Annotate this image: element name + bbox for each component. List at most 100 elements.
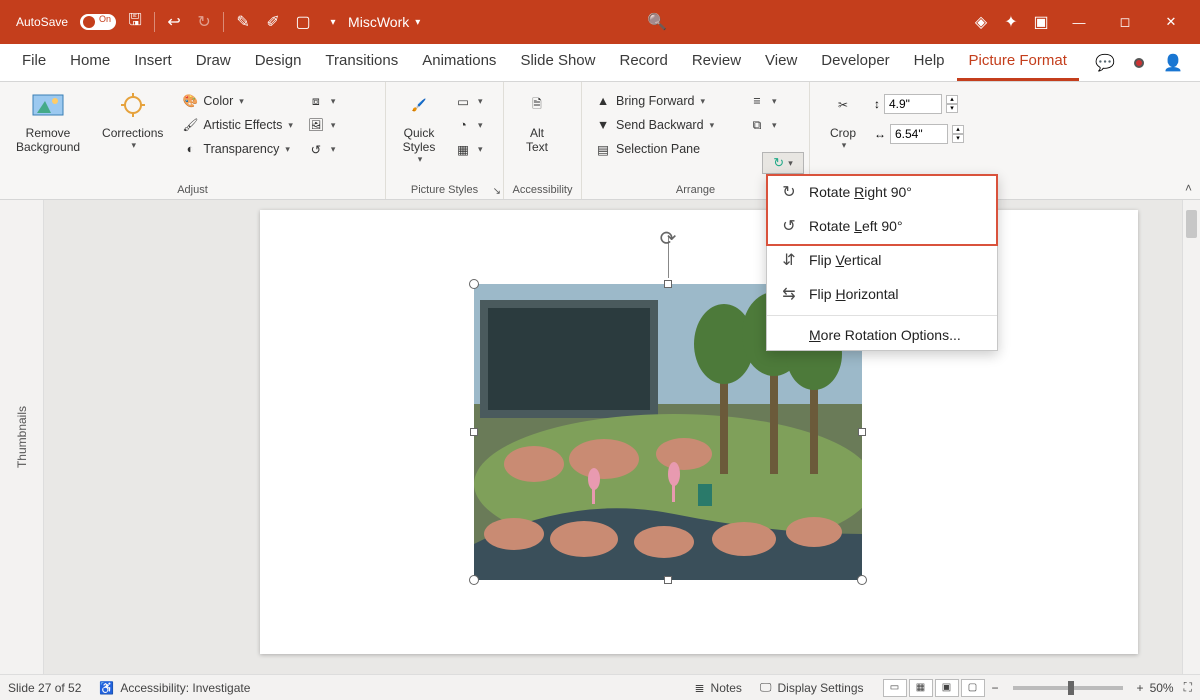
title-bar: AutoSave On 🖫 ↩ ↻ ✎ ✐ ▢ ▾ MiscWork ▾ 🔍 ◈… — [0, 0, 1200, 44]
selection-pane-button[interactable]: ▤Selection Pane — [590, 138, 738, 160]
handle-tc[interactable] — [664, 280, 672, 288]
picture-layout-button[interactable]: ▦ — [450, 138, 487, 160]
window-mode-icon[interactable]: ▣ — [1026, 7, 1056, 37]
present-icon[interactable]: ▢ — [288, 7, 318, 37]
picture-styles-launcher[interactable]: ↘ — [493, 186, 501, 197]
tab-transitions[interactable]: Transitions — [313, 44, 410, 81]
bring-forward-button[interactable]: ▲Bring Forward — [590, 90, 738, 112]
tab-animations[interactable]: Animations — [410, 44, 508, 81]
tab-slideshow[interactable]: Slide Show — [508, 44, 607, 81]
shape-height-field[interactable]: ↕ 4.9" ▴▾ — [874, 94, 964, 114]
transparency-button[interactable]: ◐Transparency — [177, 138, 297, 160]
zoom-out-button[interactable]: − — [992, 681, 999, 695]
picture-effects-button[interactable]: ◔ — [450, 114, 487, 136]
width-down[interactable]: ▾ — [952, 134, 964, 143]
display-settings-icon: 🖵 — [760, 680, 772, 695]
tab-file[interactable]: File — [10, 44, 58, 81]
tab-help[interactable]: Help — [902, 44, 957, 81]
picture-layout-icon: ▦ — [454, 140, 472, 158]
corrections-button[interactable]: Corrections — [94, 86, 171, 176]
minimize-button[interactable]: — — [1056, 7, 1102, 37]
rotate-button[interactable]: ↻ ▾ — [762, 152, 804, 174]
scrollbar-thumb[interactable] — [1186, 210, 1197, 238]
zoom-level[interactable]: 50% — [1150, 681, 1174, 695]
customize-qat-icon[interactable]: ▾ — [318, 7, 348, 37]
shape-width-field[interactable]: ↔ 6.54" ▴▾ — [874, 124, 964, 144]
redo-icon[interactable]: ↻ — [189, 7, 219, 37]
display-settings-button[interactable]: 🖵Display Settings — [760, 680, 864, 695]
rotate-icon: ↻ — [773, 155, 784, 171]
sorter-view-button[interactable]: ▦ — [909, 679, 933, 697]
crop-button[interactable]: ✂ Crop — [818, 86, 868, 176]
crop-icon: ✂ — [826, 88, 860, 122]
width-icon: ↔ — [874, 127, 886, 141]
notes-button[interactable]: ≣Notes — [694, 681, 741, 695]
rotate-left-90-item[interactable]: ↺Rotate Left 90° — [767, 209, 997, 243]
share-button[interactable]: 👤 — [1156, 44, 1190, 81]
tab-home[interactable]: Home — [58, 44, 122, 81]
ribbon-tabs: File Home Insert Draw Design Transitions… — [0, 44, 1200, 82]
align-button[interactable]: ≡ — [744, 90, 781, 112]
rotate-right-90-item[interactable]: ↻Rotate Right 90° — [767, 175, 997, 209]
reset-picture-button[interactable]: ↺ — [303, 138, 340, 160]
tab-insert[interactable]: Insert — [122, 44, 184, 81]
color-icon: 🎨 — [181, 92, 199, 110]
flip-horizontal-item[interactable]: ⇆Flip Horizontal — [767, 277, 997, 311]
height-up[interactable]: ▴ — [946, 95, 958, 104]
undo-icon[interactable]: ↩ — [159, 7, 189, 37]
tab-record[interactable]: Record — [607, 44, 679, 81]
tab-developer[interactable]: Developer — [809, 44, 901, 81]
close-button[interactable]: ✕ — [1148, 7, 1194, 37]
slide-counter[interactable]: Slide 27 of 52 — [8, 681, 81, 695]
color-button[interactable]: 🎨Color — [177, 90, 297, 112]
search-icon[interactable]: 🔍 — [647, 12, 667, 32]
zoom-in-button[interactable]: + — [1137, 681, 1144, 695]
normal-view-button[interactable]: ▭ — [883, 679, 907, 697]
record-indicator[interactable] — [1122, 44, 1156, 81]
vertical-scrollbar[interactable] — [1182, 200, 1200, 674]
change-picture-button[interactable]: 🖼 — [303, 114, 340, 136]
accessibility-status[interactable]: ♿Accessibility: Investigate — [99, 681, 250, 695]
handle-bl[interactable] — [469, 575, 479, 585]
maximize-button[interactable]: ◻ — [1102, 7, 1148, 37]
tab-view[interactable]: View — [753, 44, 809, 81]
artistic-effects-button[interactable]: 🖌Artistic Effects — [177, 114, 297, 136]
zoom-slider[interactable] — [1013, 686, 1123, 690]
width-up[interactable]: ▴ — [952, 125, 964, 134]
designer-icon[interactable]: ✦ — [996, 7, 1026, 37]
quick-tool2-icon[interactable]: ✐ — [258, 7, 288, 37]
remove-background-button[interactable]: Remove Background — [8, 86, 88, 176]
picture-border-button[interactable]: ▭ — [450, 90, 487, 112]
handle-ml[interactable] — [470, 428, 478, 436]
group-objects-button[interactable]: ⧉ — [744, 114, 781, 136]
document-name[interactable]: MiscWork ▾ — [348, 14, 420, 30]
premium-icon[interactable]: ◈ — [966, 7, 996, 37]
rotation-handle-icon[interactable]: ⟳ — [660, 226, 677, 251]
tab-review[interactable]: Review — [680, 44, 753, 81]
tab-design[interactable]: Design — [243, 44, 314, 81]
handle-bc[interactable] — [664, 576, 672, 584]
quick-tool1-icon[interactable]: ✎ — [228, 7, 258, 37]
handle-br[interactable] — [857, 575, 867, 585]
collapse-ribbon-icon[interactable]: ˄ — [1185, 181, 1192, 195]
slideshow-view-button[interactable]: ▢ — [961, 679, 985, 697]
height-down[interactable]: ▾ — [946, 104, 958, 113]
more-rotation-options-item[interactable]: More Rotation Options... — [767, 320, 997, 350]
quick-styles-button[interactable]: 🖌️ Quick Styles — [394, 86, 444, 176]
reading-view-button[interactable]: ▣ — [935, 679, 959, 697]
slide-canvas[interactable]: ⟳ — [44, 200, 1200, 674]
autosave-toggle[interactable]: On — [80, 14, 116, 30]
alt-text-button[interactable]: 🗎 Alt Text — [512, 86, 562, 176]
send-backward-button[interactable]: ▼Send Backward — [590, 114, 738, 136]
tab-picture-format[interactable]: Picture Format — [957, 44, 1079, 81]
handle-mr[interactable] — [858, 428, 866, 436]
fit-to-window-button[interactable]: ⛶ — [1184, 680, 1192, 695]
flip-vertical-item[interactable]: ⇵Flip Vertical — [767, 243, 997, 277]
handle-tl[interactable] — [469, 279, 479, 289]
thumbnails-rail[interactable]: Thumbnails — [0, 200, 44, 674]
workspace: Thumbnails ⟳ — [0, 200, 1200, 674]
save-icon[interactable]: 🖫 — [120, 7, 150, 37]
comments-button[interactable]: 💬 — [1088, 44, 1122, 81]
tab-draw[interactable]: Draw — [184, 44, 243, 81]
compress-button[interactable]: ⧈ — [303, 90, 340, 112]
